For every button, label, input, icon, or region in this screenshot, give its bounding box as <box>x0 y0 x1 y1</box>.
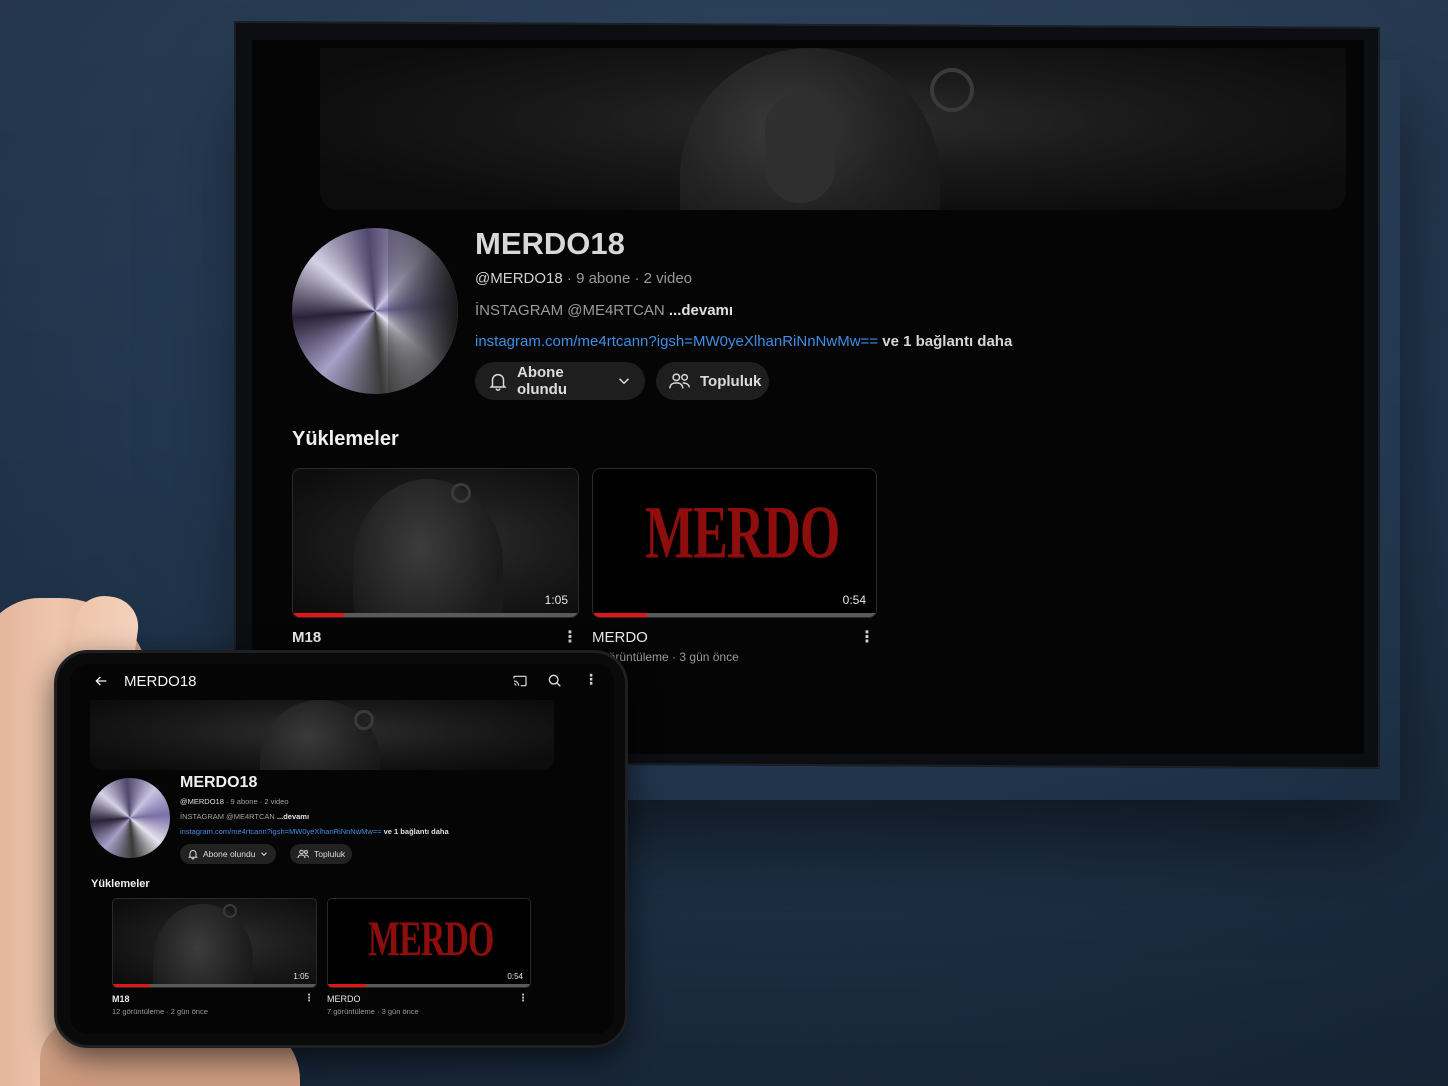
phone-channel-stats: · 9 abone · 2 video <box>223 797 289 806</box>
community-button[interactable]: Topluluk <box>656 362 769 400</box>
description-text: İNSTAGRAM @ME4RTCAN <box>475 302 669 319</box>
thumbnail-text: MERDO <box>645 492 840 576</box>
channel-banner <box>320 48 1346 210</box>
channel-description[interactable]: İNSTAGRAM @ME4RTCAN ...devamı <box>475 302 733 319</box>
watch-progress-fill <box>328 984 367 987</box>
tv-screen: MERDO18 @MERDO18 · 9 abone · 2 video İNS… <box>252 40 1364 754</box>
phone-community-button[interactable]: Topluluk <box>290 844 353 864</box>
channel-link[interactable]: instagram.com/me4rtcann?igsh=MW0yeXlhanR… <box>475 333 878 350</box>
phone-uploads-title: Yüklemeler <box>91 878 150 890</box>
phone-description-text: İNSTAGRAM @ME4RTCAN <box>180 812 277 821</box>
chevron-down-icon <box>261 852 268 856</box>
video-duration: 1:05 <box>293 972 309 981</box>
more-vert-icon[interactable]: ⋮ <box>562 630 578 646</box>
community-label: Topluluk <box>700 372 762 390</box>
description-more[interactable]: ...devamı <box>669 302 733 319</box>
phone-description-more[interactable]: ...devamı <box>277 812 309 821</box>
search-icon[interactable] <box>547 673 563 689</box>
uploads-title: Yüklemeler <box>292 428 399 450</box>
video-thumbnail-m18[interactable]: 1:05 <box>292 468 579 618</box>
channel-links: instagram.com/me4rtcann?igsh=MW0yeXlhanR… <box>475 333 1012 350</box>
phone-channel-title: MERDO18 <box>180 774 258 791</box>
bell-icon <box>489 373 507 391</box>
more-vert-icon[interactable]: ⋮ <box>518 994 528 1004</box>
channel-avatar[interactable] <box>292 228 458 394</box>
phone-subscribed-button[interactable]: Abone olundu <box>180 844 277 864</box>
thumbnail-ring <box>223 904 237 918</box>
community-icon <box>297 849 309 859</box>
phone-channel-avatar[interactable] <box>90 778 170 858</box>
phone-video-thumbnail-merdo[interactable]: MERDO 0:54 <box>327 898 531 988</box>
video-duration: 0:54 <box>842 593 866 607</box>
phone-title: MERDO18 <box>124 673 197 690</box>
subscribed-button[interactable]: Abone olundu <box>475 362 645 400</box>
channel-title: MERDO18 <box>475 226 625 261</box>
video-title[interactable]: M18 <box>292 629 321 646</box>
phone-channel-banner <box>90 700 554 770</box>
video-title[interactable]: MERDO <box>592 629 648 646</box>
chevron-down-icon <box>618 378 630 385</box>
bell-icon <box>188 850 198 860</box>
avatar-shade <box>388 228 458 394</box>
thumbnail-figure <box>153 904 253 987</box>
phone-video-title[interactable]: M18 <box>112 994 130 1004</box>
phone-video-meta: 7 görüntüleme · 3 gün önce <box>327 1007 419 1016</box>
watch-progress-fill <box>113 984 150 987</box>
phone-channel-meta: @MERDO18 · 9 abone · 2 video <box>180 797 289 806</box>
cast-icon[interactable] <box>511 673 529 689</box>
banner-ring <box>354 710 374 730</box>
subscribed-label: Abone olundu <box>517 364 567 398</box>
phone-channel-handle: @MERDO18 <box>180 797 224 806</box>
phone-video-title[interactable]: MERDO <box>327 994 361 1004</box>
channel-handle: @MERDO18 <box>475 270 563 287</box>
more-vert-icon[interactable]: ⋮ <box>584 672 598 686</box>
more-links[interactable]: ve 1 bağlantı daha <box>878 333 1012 350</box>
phone-screen: MERDO18 ⋮ MERDO18 @MERDO18 · 9 abone · 2… <box>70 664 614 1034</box>
phone-video-thumbnail-m18[interactable]: 1:05 <box>112 898 317 988</box>
more-vert-icon[interactable]: ⋮ <box>859 630 875 646</box>
back-arrow-icon[interactable] <box>92 673 110 689</box>
phone-community-label: Topluluk <box>314 849 346 859</box>
banner-ring <box>930 68 974 112</box>
watch-progress-fill <box>593 613 647 617</box>
video-duration: 0:54 <box>507 972 523 981</box>
phone-more-links[interactable]: ve 1 bağlantı daha <box>382 827 449 836</box>
phone-subscribed-label: Abone olundu <box>203 849 256 859</box>
thumbnail-figure <box>353 479 503 617</box>
more-vert-icon[interactable]: ⋮ <box>304 994 314 1004</box>
phone-channel-description[interactable]: İNSTAGRAM @ME4RTCAN ...devamı <box>180 812 309 821</box>
banner-mask <box>765 93 835 203</box>
channel-stats: · 9 abone · 2 video <box>562 270 693 287</box>
thumbnail-ring <box>451 483 471 503</box>
phone-channel-link[interactable]: instagram.com/me4rtcann?igsh=MW0yeXlhanR… <box>180 827 382 836</box>
video-duration: 1:05 <box>544 593 568 607</box>
community-icon <box>669 373 690 389</box>
phone-channel-links: instagram.com/me4rtcann?igsh=MW0yeXlhanR… <box>180 827 449 836</box>
channel-meta: @MERDO18 · 9 abone · 2 video <box>475 270 692 287</box>
thumbnail-text: MERDO <box>368 913 494 967</box>
video-thumbnail-merdo[interactable]: MERDO 0:54 <box>592 468 877 618</box>
phone-video-meta: 12 görüntüleme · 2 gün önce <box>112 1007 208 1016</box>
watch-progress-fill <box>293 613 345 617</box>
